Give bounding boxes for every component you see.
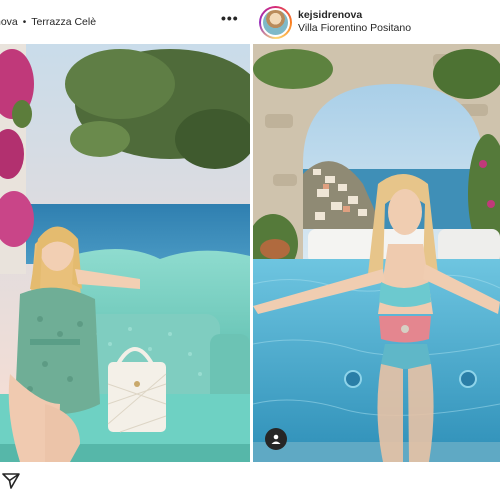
post-photo-left[interactable] [0, 44, 250, 462]
profile-avatar[interactable] [259, 5, 292, 39]
location-link-right[interactable]: Villa Fiorentino Positano [298, 22, 411, 35]
post-photo-right[interactable] [253, 44, 500, 462]
post-header-left: nova • Terrazza Celè [0, 0, 250, 44]
location-link-left[interactable]: Terrazza Celè [31, 16, 96, 28]
username[interactable]: kejsidrenova [298, 9, 411, 22]
post-header-left-line: nova • Terrazza Celè [0, 0, 96, 44]
post-header-right: kejsidrenova Villa Fiorentino Positano [253, 0, 500, 44]
photo-right-scene [253, 44, 500, 462]
post-header-right-text: kejsidrenova Villa Fiorentino Positano [298, 9, 411, 35]
separator-dot: • [22, 16, 27, 28]
more-horizontal-icon[interactable]: ••• [221, 10, 239, 26]
photo-left-scene [0, 44, 250, 462]
user-tag-icon[interactable] [265, 428, 287, 450]
user-tag-glyph [271, 434, 281, 444]
username-fragment[interactable]: nova [0, 16, 18, 28]
avatar-image [261, 7, 290, 37]
send-icon[interactable] [2, 473, 20, 489]
